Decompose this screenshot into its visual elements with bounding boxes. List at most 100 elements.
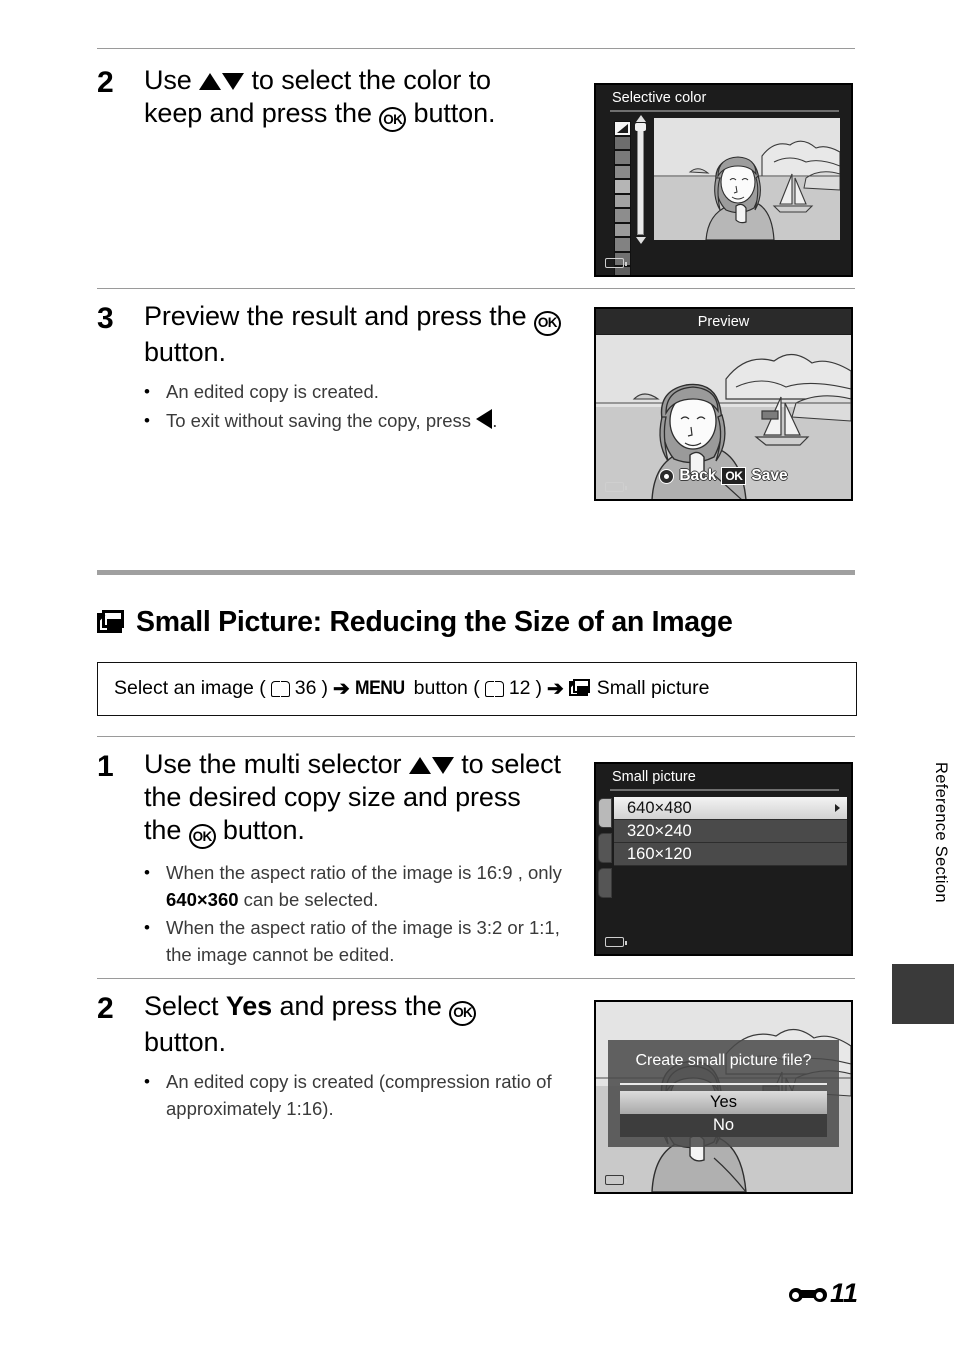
arrow-up-icon xyxy=(408,757,431,774)
bullet-dot: • xyxy=(144,410,150,430)
step-heading: Preview the result and press the OK butt… xyxy=(144,300,584,368)
swatch[interactable] xyxy=(614,222,631,237)
color-swatch-strip[interactable] xyxy=(614,121,631,275)
bullet-text-pre: To exit without saving the copy, press xyxy=(166,409,477,431)
arrow-right-icon: ➔ xyxy=(547,678,564,700)
section-side-label: Reference Section xyxy=(932,762,950,903)
swatch[interactable] xyxy=(614,237,631,252)
bullet-item: • When the aspect ratio of the image is … xyxy=(144,915,564,968)
battery-icon xyxy=(605,1175,627,1185)
battery-icon xyxy=(605,937,627,947)
book-icon xyxy=(484,681,504,697)
menu-tab[interactable] xyxy=(598,868,612,898)
screen-title: Selective color xyxy=(612,90,707,106)
page-footer: 11 xyxy=(788,1278,858,1309)
ok-button-icon: OK xyxy=(188,824,216,850)
save-label[interactable]: Save xyxy=(751,467,787,485)
step-bullets: • An edited copy is created. • To exit w… xyxy=(144,379,584,434)
bullet-text: To exit without saving the copy, press . xyxy=(166,408,497,434)
bullet-text: When the aspect ratio of the image is 16… xyxy=(166,860,564,913)
divider-top xyxy=(97,48,855,49)
dialog-message: Create small picture file? xyxy=(635,1052,812,1069)
step-bullets: • An edited copy is created (compression… xyxy=(144,1069,564,1122)
section-side-tab xyxy=(892,964,954,1024)
scene-preview xyxy=(654,118,840,240)
nav-part3: button ( xyxy=(413,677,480,699)
nav-ref1: 36 xyxy=(294,677,317,699)
swatch[interactable] xyxy=(614,208,631,223)
arrow-right-icon: ➔ xyxy=(332,678,350,700)
step-heading: Use the multi selector to select the des… xyxy=(144,748,564,850)
title-divider xyxy=(610,110,839,112)
menu-item-160x120[interactable]: 160×120 xyxy=(614,843,847,866)
slider-down-arrow-icon[interactable] xyxy=(636,237,646,244)
ok-button-icon: OK xyxy=(379,107,407,133)
dialog-option-no[interactable]: No xyxy=(620,1113,827,1137)
menu-item-label: 160×120 xyxy=(627,844,692,863)
menu-tab[interactable] xyxy=(598,833,612,863)
screen-title: Preview xyxy=(596,309,851,334)
step-heading-part3: button. xyxy=(144,1026,226,1057)
swatch[interactable] xyxy=(614,135,631,150)
menu-list: 640×480 320×240 160×120 xyxy=(614,797,847,866)
section-heading: Small Picture: Reducing the Size of an I… xyxy=(97,606,857,639)
slider-knob[interactable] xyxy=(635,123,646,131)
bullet-text: An edited copy is created (compression r… xyxy=(166,1071,552,1119)
nav-part2: ) xyxy=(321,677,328,699)
scene-preview: Create small picture file? Yes No xyxy=(596,1002,851,1192)
arrow-up-icon xyxy=(199,73,222,90)
manual-page: 2 Use to select the color to keep and pr… xyxy=(0,0,954,1345)
dialog-option-yes[interactable]: Yes xyxy=(620,1090,827,1114)
step-heading-part1: Use the multi selector xyxy=(144,749,409,779)
swatch[interactable] xyxy=(614,179,631,194)
swatch[interactable] xyxy=(614,164,631,179)
ok-button-icon: OK xyxy=(449,1000,477,1026)
nav-part4: ) xyxy=(535,677,543,699)
preview-controls: Back OK Save xyxy=(596,467,851,485)
swatch[interactable] xyxy=(614,150,631,165)
slider-up-arrow-icon[interactable] xyxy=(636,115,646,122)
bullet-item: • An edited copy is created. xyxy=(144,379,584,405)
confirm-dialog: Create small picture file? Yes No xyxy=(608,1040,839,1147)
book-icon xyxy=(270,681,290,697)
arrow-left-icon xyxy=(476,408,493,429)
title-divider xyxy=(610,789,839,791)
small-picture-icon xyxy=(97,609,127,636)
step-heading-part1: Select xyxy=(144,991,226,1021)
e-reference-icon xyxy=(788,1284,827,1304)
scene-preview: Back OK Save xyxy=(596,335,851,499)
bullet-item: • When the aspect ratio of the image is … xyxy=(144,860,564,913)
nav-ref2: 12 xyxy=(508,677,531,699)
step-heading: Use to select the color to keep and pres… xyxy=(144,64,544,133)
swatch[interactable] xyxy=(614,193,631,208)
step-heading: Select Yes and press the OK button. xyxy=(144,990,564,1058)
bullet-item: • An edited copy is created (compression… xyxy=(144,1069,564,1122)
ok-button-icon: OK xyxy=(533,310,561,336)
navigation-path: Select an image (36) ➔ MENU button (12) ➔… xyxy=(97,662,857,716)
step-heading-part2: and press the xyxy=(272,991,450,1021)
step-heading-part3: button. xyxy=(215,814,305,845)
ok-badge-icon: OK xyxy=(721,467,747,485)
menu-item-320x240[interactable]: 320×240 xyxy=(614,820,847,843)
bullet-dot: • xyxy=(144,382,150,402)
divider-sp-step2 xyxy=(97,978,855,979)
slider-track[interactable] xyxy=(637,127,644,235)
menu-tab[interactable] xyxy=(598,798,612,828)
swatch-selected[interactable] xyxy=(614,121,631,136)
back-label[interactable]: Back xyxy=(679,467,716,485)
menu-item-640x480[interactable]: 640×480 xyxy=(614,797,847,820)
bullet-text: When the aspect ratio of the image is 3:… xyxy=(166,917,560,965)
arrow-down-icon xyxy=(431,757,454,774)
screen-selective-color: Selective color xyxy=(594,83,853,277)
scene-artwork xyxy=(654,140,840,240)
step-number: 3 xyxy=(97,302,114,335)
step-heading-part2: button. xyxy=(144,336,226,367)
divider-sp-step1 xyxy=(97,736,855,737)
step-heading-part1: Use xyxy=(144,65,200,95)
page-number: 11 xyxy=(829,1278,858,1308)
nav-part1: Select an image ( xyxy=(114,677,266,699)
bullet-text-post: can be selected. xyxy=(238,888,379,910)
multi-selector-icon xyxy=(659,468,675,484)
bullet-dot: • xyxy=(144,863,150,883)
menu-item-label: 320×240 xyxy=(627,821,692,840)
